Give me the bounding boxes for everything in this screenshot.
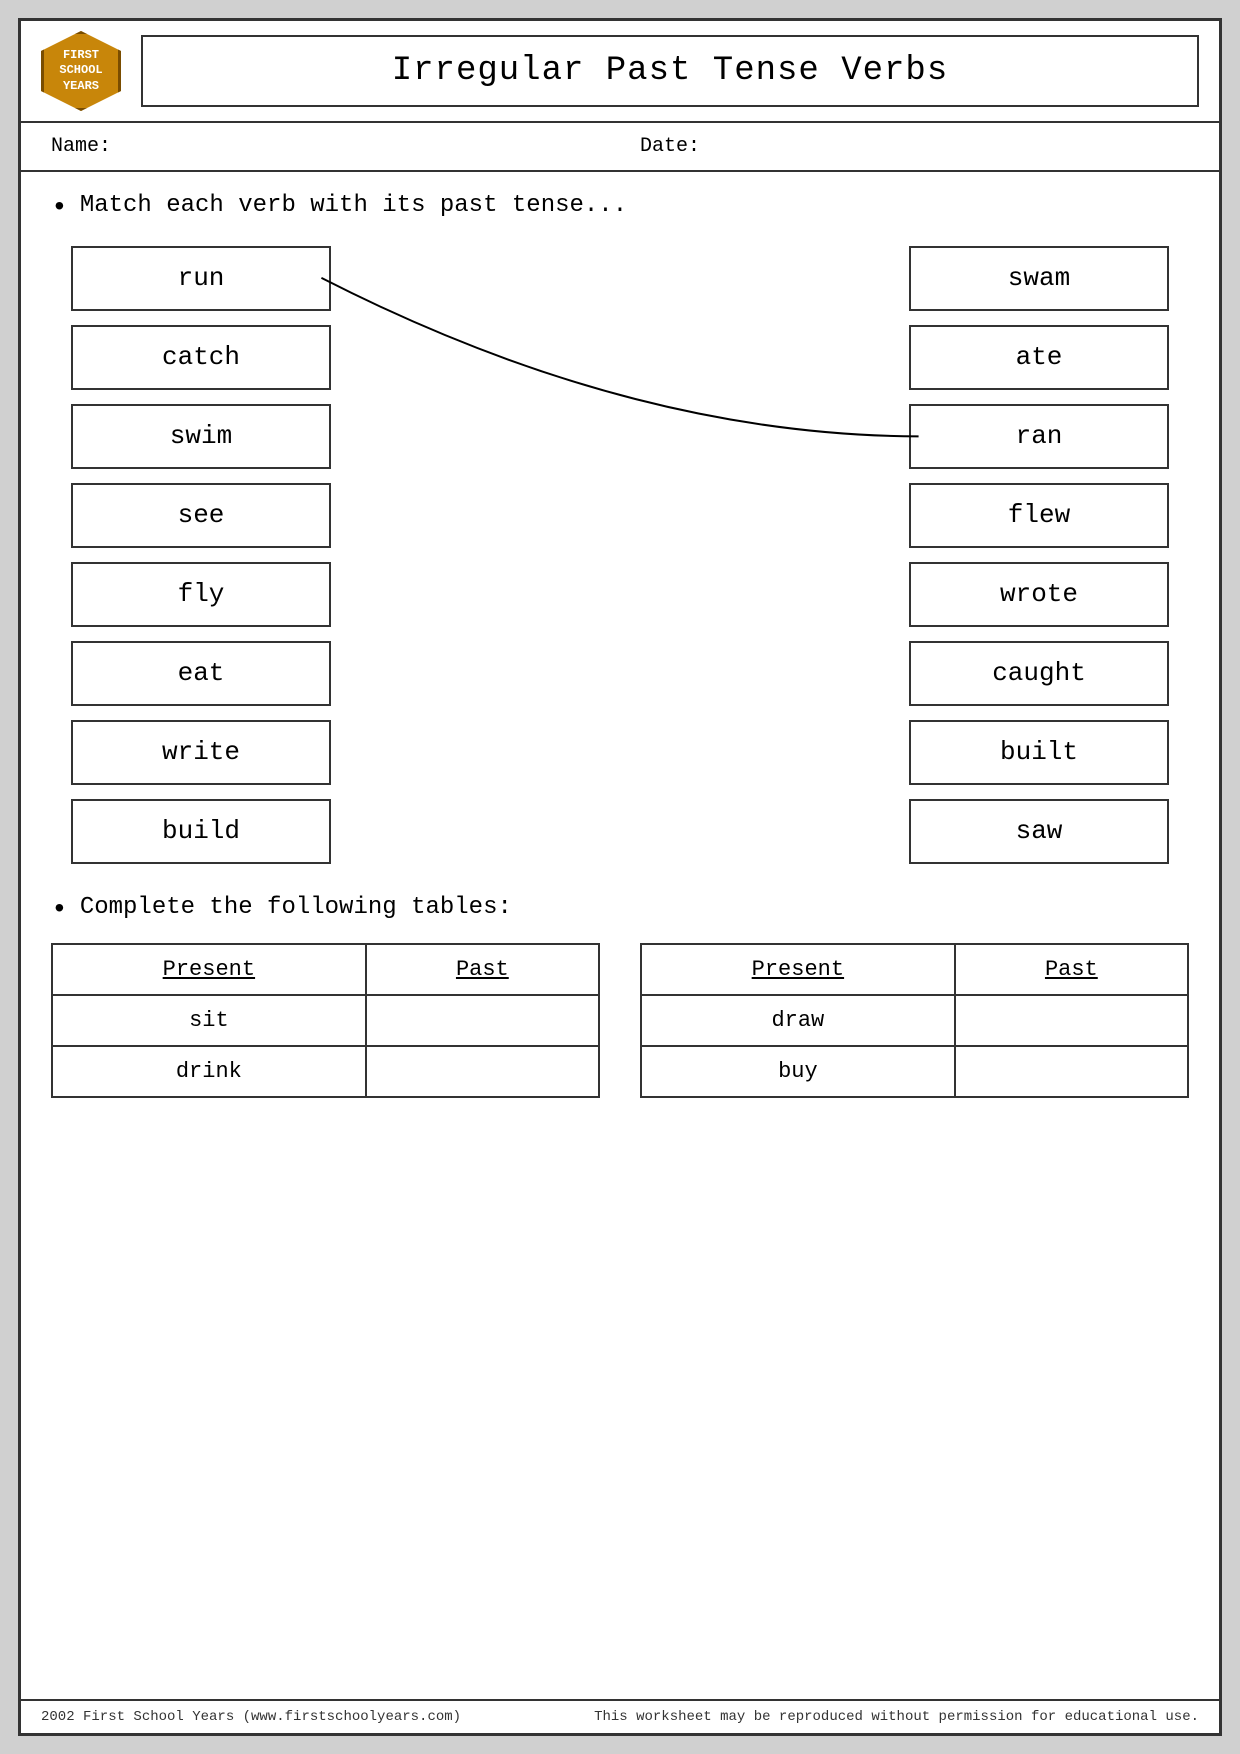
logo: FIRST SCHOOL YEARS [41,31,121,111]
date-section: Date: [600,135,1189,158]
table1-row1-past[interactable] [366,995,599,1046]
worksheet: FIRST SCHOOL YEARS Irregular Past Tense … [18,18,1222,1736]
date-label: Date: [640,135,700,158]
left-verb-swim: swim [71,404,331,469]
matching-columns: run catch swim see fly eat write build [71,246,1169,864]
left-verb-run: run [71,246,331,311]
bullet-dot: • [51,192,68,226]
table2-row1-past[interactable] [955,995,1188,1046]
logo-line3: YEARS [63,79,99,95]
page-title: Irregular Past Tense Verbs [163,52,1177,90]
left-verb-see: see [71,483,331,548]
table1-header-past: Past [366,944,599,995]
left-verb-write: write [71,720,331,785]
right-verb-wrote: wrote [909,562,1169,627]
footer-right: This worksheet may be reproduced without… [594,1709,1199,1725]
left-column: run catch swim see fly eat write build [71,246,331,864]
table1-row2-present: drink [52,1046,366,1097]
table2-header-present: Present [641,944,955,995]
header: FIRST SCHOOL YEARS Irregular Past Tense … [21,21,1219,123]
table2-row2-present: buy [641,1046,955,1097]
table-instruction-text: Complete the following tables: [80,894,512,921]
right-verb-swam: swam [909,246,1169,311]
bullet-tables: • Complete the following tables: [51,894,1189,928]
right-verb-saw: saw [909,799,1169,864]
name-date-bar: Name: Date: [21,123,1219,172]
table-row: buy [641,1046,1188,1097]
table1-row1-present: sit [52,995,366,1046]
table2: Present Past draw buy [640,943,1189,1098]
table-row: drink [52,1046,599,1097]
table1-row2-past[interactable] [366,1046,599,1097]
left-verb-eat: eat [71,641,331,706]
tables-row: Present Past sit drink [51,943,1189,1098]
bullet-dot-2: • [51,894,68,928]
table-row: sit [52,995,599,1046]
left-verb-build: build [71,799,331,864]
title-box: Irregular Past Tense Verbs [141,35,1199,107]
table2-header-past: Past [955,944,1188,995]
right-verb-flew: flew [909,483,1169,548]
table-row: draw [641,995,1188,1046]
page: FIRST SCHOOL YEARS Irregular Past Tense … [0,0,1240,1754]
table1: Present Past sit drink [51,943,600,1098]
right-verb-caught: caught [909,641,1169,706]
tables-instruction: • Complete the following tables: [51,894,1189,928]
right-verb-ate: ate [909,325,1169,390]
logo-line2: SCHOOL [59,63,102,79]
table1-header-present: Present [52,944,366,995]
matching-area: run catch swim see fly eat write build [21,236,1219,884]
footer-left: 2002 First School Years (www.firstschool… [41,1709,461,1725]
match-instructions: • Match each verb with its past tense... [21,172,1219,236]
match-instruction-text: Match each verb with its past tense... [80,192,627,219]
tables-section: • Complete the following tables: Present… [21,884,1219,1119]
name-label: Name: [51,135,111,158]
table2-row2-past[interactable] [955,1046,1188,1097]
table2-row1-present: draw [641,995,955,1046]
left-verb-catch: catch [71,325,331,390]
footer: 2002 First School Years (www.firstschool… [21,1699,1219,1733]
left-verb-fly: fly [71,562,331,627]
logo-line1: FIRST [63,48,99,64]
name-section: Name: [51,135,600,158]
right-verb-built: built [909,720,1169,785]
bullet-match: • Match each verb with its past tense... [51,192,1189,226]
right-verb-ran: ran [909,404,1169,469]
right-column: swam ate ran flew wrote caught built saw [909,246,1169,864]
